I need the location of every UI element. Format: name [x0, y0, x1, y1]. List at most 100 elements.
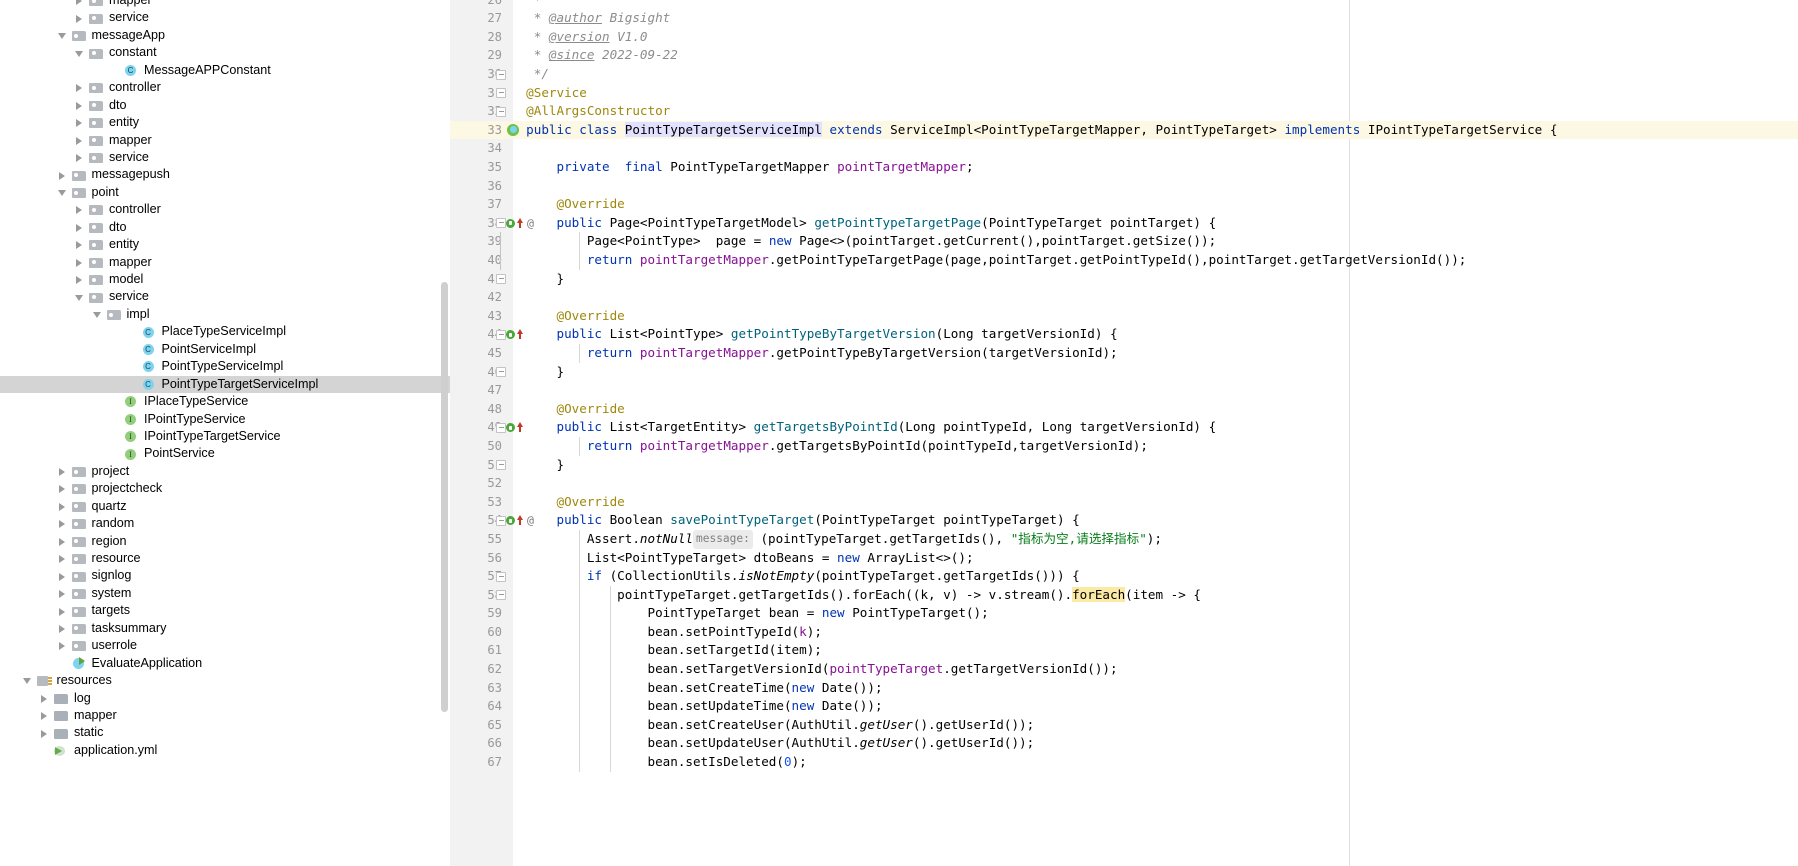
chevron-right-icon[interactable] [75, 153, 84, 163]
fold-collapse-icon[interactable] [496, 274, 506, 285]
fold-collapse-icon[interactable] [496, 460, 506, 471]
fold-collapse-icon[interactable] [496, 571, 506, 582]
tree-item-placetypeserviceimpl[interactable]: C PlaceTypeServiceImpl [0, 323, 450, 340]
chevron-down-icon[interactable] [57, 31, 67, 40]
code-line[interactable]: 55 Assert.notNull message: (pointTypeTarg… [450, 529, 1798, 550]
code-text[interactable]: } [511, 270, 565, 289]
tree-item-iplacetypeservice[interactable]: I IPlaceTypeService [0, 393, 450, 410]
code-line[interactable]: 33 public class PointTypeTargetServiceIm… [450, 120, 1798, 140]
tree-item-service[interactable]: service [0, 288, 450, 305]
code-line[interactable]: 27 * @author Bigsight [450, 9, 1798, 28]
code-line[interactable]: 41 } [450, 270, 1798, 289]
chevron-right-icon[interactable] [75, 223, 84, 232]
code-text[interactable]: @Service [511, 84, 587, 103]
code-text[interactable]: private final PointTypeTargetMapper poin… [511, 158, 974, 177]
fold-marker[interactable] [496, 363, 507, 382]
code-text[interactable]: @Override [511, 400, 625, 419]
fold-collapse-icon[interactable] [496, 422, 506, 433]
code-text[interactable]: @Override [511, 493, 625, 512]
code-text[interactable]: public class PointTypeTargetServiceImpl … [511, 121, 1557, 140]
code-text[interactable]: Page<PointType> page = new Page<>(pointT… [511, 232, 1216, 251]
code-line[interactable]: 52 [450, 474, 1798, 493]
project-tool-window[interactable]: mapper service messageApp constant C MessageA… [0, 0, 450, 866]
code-line[interactable]: 37 @Override [450, 195, 1798, 214]
code-line[interactable]: 51 } [450, 456, 1798, 475]
tree-item-pointserviceimpl[interactable]: C PointServiceImpl [0, 341, 450, 358]
code-line[interactable]: 49 public List<TargetEntity> getTargetsB… [450, 418, 1798, 437]
chevron-right-icon[interactable] [58, 607, 67, 616]
code-line[interactable]: 50 return pointTargetMapper.getTargetsBy… [450, 436, 1798, 456]
fold-marker[interactable] [496, 102, 507, 121]
tree-item-resource[interactable]: resource [0, 550, 450, 567]
project-tree-scrollbar[interactable] [441, 282, 448, 712]
tree-item-messageapp[interactable]: messageApp [0, 27, 450, 44]
code-lines[interactable]: 26 *27 * @author Bigsight28 * @version V… [450, 0, 1798, 772]
tree-item-mapper[interactable]: mapper [0, 0, 450, 9]
fold-collapse-icon[interactable] [496, 88, 506, 99]
chevron-right-icon[interactable] [58, 589, 67, 599]
chevron-right-icon[interactable] [75, 275, 84, 285]
tree-item-impl[interactable]: impl [0, 306, 450, 323]
code-line[interactable]: 65 bean.setCreateUser(AuthUtil.getUser()… [450, 715, 1798, 735]
tree-item-signlog[interactable]: signlog [0, 567, 450, 584]
tree-item-region[interactable]: region [0, 533, 450, 550]
code-text[interactable]: * @author Bigsight [511, 9, 671, 28]
chevron-down-icon[interactable] [75, 293, 84, 302]
code-line[interactable]: 45 return pointTargetMapper.getPointType… [450, 343, 1798, 363]
code-text[interactable]: * [511, 0, 542, 9]
code-text[interactable]: public Page<PointTypeTargetModel> getPoi… [511, 214, 1217, 233]
tree-item-pointtypetargetserviceimpl[interactable]: C PointTypeTargetServiceImpl [0, 375, 450, 394]
tree-item-entity[interactable]: entity [0, 114, 450, 131]
tree-item-targets[interactable]: targets [0, 602, 450, 619]
code-line[interactable]: 62 bean.setTargetVersionId(pointTypeTarg… [450, 660, 1798, 679]
code-line[interactable]: 46 } [450, 363, 1798, 382]
chevron-right-icon[interactable] [75, 14, 84, 23]
fold-collapse-icon[interactable] [496, 218, 506, 229]
tree-item-constant[interactable]: constant [0, 44, 450, 61]
tree-item-tasksummary[interactable]: tasksummary [0, 620, 450, 637]
fold-marker[interactable] [496, 270, 507, 289]
chevron-right-icon[interactable] [58, 537, 67, 546]
code-line[interactable]: 38 @ public Page<PointTypeTargetModel> ge… [450, 214, 1798, 233]
code-line[interactable]: 34 [450, 139, 1798, 158]
tree-item-mapper[interactable]: mapper [0, 254, 450, 271]
code-text[interactable]: @Override [511, 307, 625, 326]
tree-item-service[interactable]: service [0, 9, 450, 26]
chevron-right-icon[interactable] [58, 484, 67, 494]
tree-item-model[interactable]: model [0, 271, 450, 288]
tree-item-controller[interactable]: controller [0, 201, 450, 218]
code-text[interactable]: * @version V1.0 [511, 28, 648, 47]
fold-collapse-icon[interactable] [496, 367, 506, 378]
code-text[interactable]: bean.setIsDeleted(0); [511, 753, 806, 772]
code-line[interactable]: 43 @Override [450, 307, 1798, 326]
chevron-right-icon[interactable] [75, 101, 84, 110]
tree-item-dto[interactable]: dto [0, 97, 450, 114]
code-line[interactable]: 48 @Override [450, 400, 1798, 419]
tree-item-resources[interactable]: resources [0, 672, 450, 689]
chevron-right-icon[interactable] [58, 572, 67, 581]
fold-collapse-icon[interactable] [496, 329, 506, 340]
code-text[interactable]: bean.setUpdateTime(new Date()); [511, 697, 882, 716]
code-line[interactable]: 57 if (CollectionUtils.isNotEmpty(pointT… [450, 567, 1798, 586]
tree-item-log[interactable]: log [0, 690, 450, 707]
code-line[interactable]: 58 pointTypeTarget.getTargetIds().forEac… [450, 585, 1798, 605]
code-text[interactable]: } [511, 456, 565, 475]
chevron-down-icon[interactable] [92, 310, 102, 319]
code-line[interactable]: 30 */ [450, 65, 1798, 84]
tree-item-dto[interactable]: dto [0, 219, 450, 236]
code-text[interactable]: pointTypeTarget.getTargetIds().forEach((… [511, 586, 1201, 605]
tree-item-pointtypeserviceimpl[interactable]: C PointTypeServiceImpl [0, 358, 450, 375]
code-editor[interactable]: 26 *27 * @author Bigsight28 * @version V… [450, 0, 1798, 866]
code-text[interactable]: return pointTargetMapper.getTargetsByPoi… [511, 437, 1148, 456]
code-line[interactable]: 29 * @since 2022-09-22 [450, 46, 1798, 65]
code-text[interactable]: Assert.notNull message: (pointTypeTarget.… [511, 529, 1162, 550]
code-text[interactable]: bean.setPointTypeId(k); [511, 623, 821, 642]
tree-item-messagepush[interactable]: messagepush [0, 166, 450, 183]
fold-marker[interactable] [496, 84, 507, 103]
code-text[interactable]: } [511, 363, 565, 382]
tree-item-mapper[interactable]: mapper [0, 707, 450, 724]
code-line[interactable]: 44 public List<PointType> getPointTypeBy… [450, 325, 1798, 344]
code-line[interactable]: 56 List<PointTypeTarget> dtoBeans = new … [450, 548, 1798, 568]
code-line[interactable]: 32 @AllArgsConstructor [450, 102, 1798, 121]
code-line[interactable]: 63 bean.setCreateTime(new Date()); [450, 678, 1798, 698]
